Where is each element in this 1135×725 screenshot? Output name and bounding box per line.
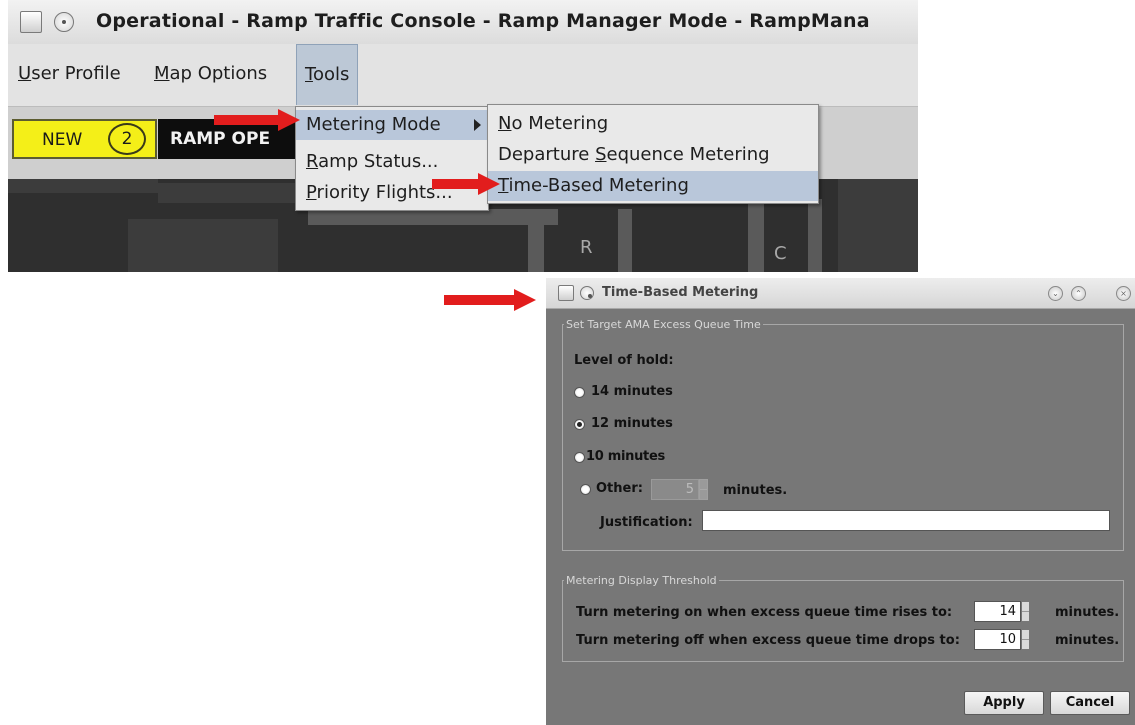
metering-off-unit: minutes. (1055, 633, 1120, 648)
spinner-down-icon[interactable] (700, 490, 707, 499)
menu-map-options[interactable]: Map Options (146, 44, 275, 104)
dialog-titlebar: Time-Based Metering ⌄ ⌃ × (546, 278, 1135, 309)
close-icon[interactable]: × (1116, 286, 1131, 301)
radio-10-label: 10 minutes (586, 449, 665, 464)
submenu-arrow-icon (474, 119, 481, 131)
justification-label: Justification: (600, 515, 693, 530)
spinner-down-icon[interactable] (1022, 640, 1029, 649)
metering-off-spinner[interactable] (1021, 629, 1030, 650)
arrow-to-time-based-metering (432, 173, 500, 195)
spinner-down-icon[interactable] (1022, 612, 1029, 621)
java-app-icon[interactable] (20, 11, 42, 33)
menubar: User Profile Map Options Tools (8, 44, 918, 107)
other-minutes-input[interactable]: 5 (651, 479, 699, 500)
menu-user-profile[interactable]: User Profile (10, 44, 129, 104)
maximize-icon[interactable]: ⌃ (1071, 286, 1086, 301)
new-label: NEW (42, 130, 83, 150)
menu-item-departure-sequence-metering[interactable]: Departure Sequence Metering (488, 140, 818, 170)
metering-mode-label: Metering Mode (306, 114, 441, 135)
spinner-up-icon[interactable] (700, 480, 707, 490)
minimize-icon[interactable]: ⌄ (1048, 286, 1063, 301)
other-label: Other: (596, 481, 643, 496)
new-count: 2 (108, 123, 146, 155)
metering-off-label: Turn metering off when excess queue time… (576, 633, 960, 648)
spinner-up-icon[interactable] (1022, 602, 1029, 612)
metering-mode-submenu: No Metering Departure Sequence Metering … (487, 104, 819, 204)
radio-12-label: 12 minutes (591, 416, 673, 431)
level-of-hold-label: Level of hold: (574, 353, 674, 368)
window-title: Operational - Ramp Traffic Console - Ram… (96, 10, 870, 32)
metering-on-input[interactable]: 14 (974, 601, 1021, 622)
cancel-button[interactable]: Cancel (1050, 691, 1130, 715)
tools-menu: Metering Mode Ramp Status... Priority Fl… (295, 106, 489, 211)
dialog-title: Time-Based Metering (602, 285, 759, 300)
radio-button[interactable] (574, 452, 585, 463)
radio-button[interactable] (580, 484, 591, 495)
menu-item-metering-mode[interactable]: Metering Mode (296, 110, 488, 140)
spinner-up-icon[interactable] (1022, 630, 1029, 640)
menu-tools[interactable]: Tools (296, 44, 359, 105)
map-label-c: C (774, 243, 787, 264)
time-based-metering-dialog: Time-Based Metering ⌄ ⌃ × Set Target AMA… (546, 278, 1135, 725)
menu-item-time-based-metering[interactable]: Time-Based Metering (488, 171, 818, 201)
menu-item-no-metering[interactable]: No Metering (488, 109, 818, 139)
threshold-group (562, 580, 1124, 662)
arrow-to-metering-mode (214, 109, 300, 131)
window-titlebar: Operational - Ramp Traffic Console - Ram… (8, 0, 918, 45)
new-flights-badge[interactable]: NEW 2 (12, 119, 157, 159)
justification-input[interactable] (702, 510, 1110, 531)
threshold-group-title: Metering Display Threshold (564, 574, 719, 587)
apply-button[interactable]: Apply (964, 691, 1044, 715)
metering-on-spinner[interactable] (1021, 601, 1030, 622)
radio-button[interactable] (574, 387, 585, 398)
metering-off-input[interactable]: 10 (974, 629, 1021, 650)
window-menu-icon[interactable] (54, 12, 74, 32)
java-app-icon[interactable] (558, 285, 574, 301)
radio-14-label: 14 minutes (591, 384, 673, 399)
metering-on-unit: minutes. (1055, 605, 1120, 620)
window-menu-icon[interactable] (580, 286, 594, 300)
other-unit-label: minutes. (723, 483, 788, 498)
map-label-r: R (580, 237, 593, 258)
target-ama-group-title: Set Target AMA Excess Queue Time (564, 318, 763, 331)
arrow-to-dialog (444, 289, 536, 311)
metering-on-label: Turn metering on when excess queue time … (576, 605, 953, 620)
other-minutes-spinner[interactable] (699, 479, 708, 500)
radio-button-selected[interactable] (574, 419, 585, 430)
